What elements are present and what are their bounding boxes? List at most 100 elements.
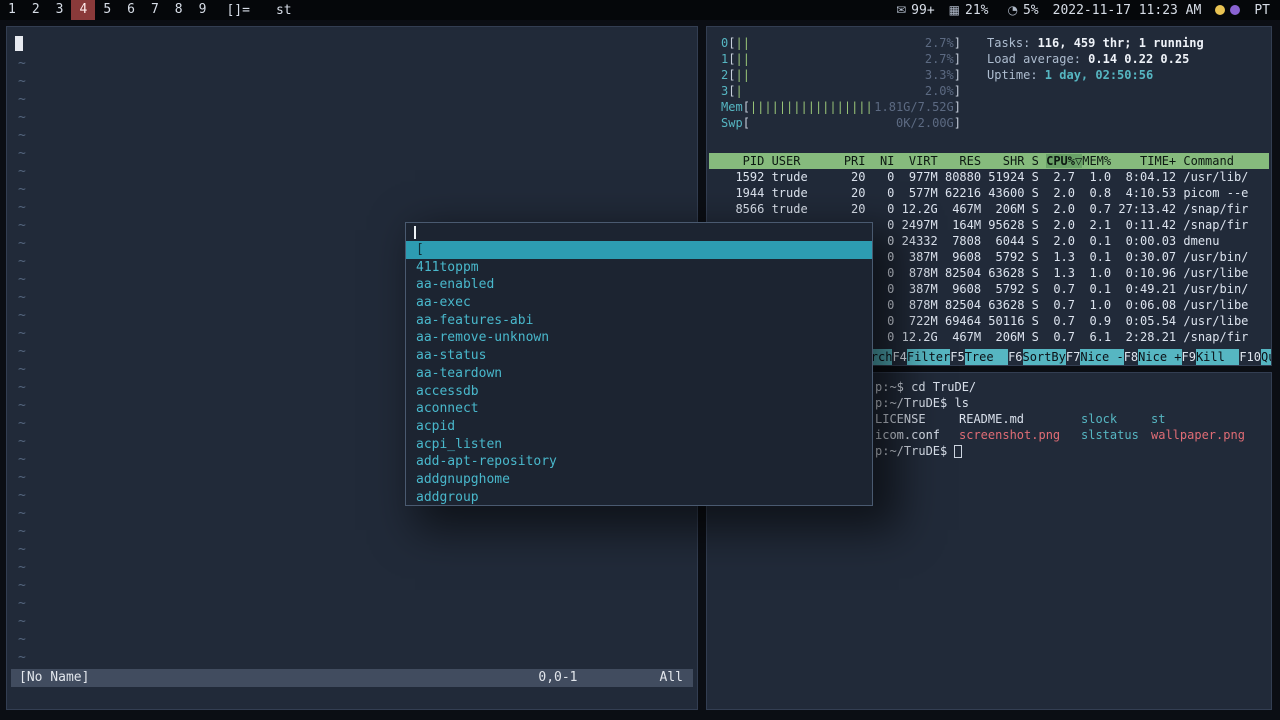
tag-2[interactable]: 2 (24, 0, 48, 20)
htop-meter-2: 2[|| 3.3%] (721, 68, 961, 82)
sort-column-cpu[interactable]: CPU%▽ (1046, 154, 1083, 168)
vim-empty-line-tilde: ~ (18, 146, 26, 161)
meter-value: 2.7% (924, 52, 954, 66)
vim-empty-line-tilde: ~ (18, 614, 26, 629)
fnkey-label-kill[interactable]: Kill (1195, 349, 1240, 365)
fnkey-f10[interactable]: F10 (1239, 349, 1261, 365)
vim-empty-line-tilde: ~ (18, 578, 26, 593)
meter-value: 0K/2.00G (895, 116, 954, 130)
text-caret (414, 226, 416, 239)
fnkey-label-nice-[interactable]: Nice - (1080, 349, 1124, 365)
process-row[interactable]: 1592 trude 20 0 977M 80880 51924 S 2.7 1… (721, 169, 1271, 185)
tag-9[interactable]: 9 (191, 0, 215, 20)
tag-5[interactable]: 5 (95, 0, 119, 20)
launcher-item[interactable]: aa-features-abi (406, 312, 872, 330)
meter-label: 2 (721, 68, 729, 82)
vim-empty-line-tilde: ~ (18, 200, 26, 215)
focused-window-title: st (275, 2, 292, 18)
tag-3[interactable]: 3 (48, 0, 72, 20)
cpu-percent: 5% (1022, 2, 1039, 18)
gauge-icon: ◔ (1007, 3, 1018, 17)
vim-statusline: [No Name] 0,0-1 All (11, 669, 693, 687)
ls-output-row: LICENSE README.md slock st (875, 411, 1271, 427)
memory-percent: 21% (965, 2, 989, 18)
meter-bars: || (735, 68, 750, 82)
launcher-input[interactable] (406, 223, 872, 241)
top-bar: 123456789 []= st ✉ 99+ ▦ 21% ◔ 5% 2022-1… (0, 0, 1280, 20)
tag-7[interactable]: 7 (143, 0, 167, 20)
launcher-item[interactable]: aa-remove-unknown (406, 329, 872, 347)
launcher-item[interactable]: aa-teardown (406, 365, 872, 383)
launcher-item[interactable]: acpi_listen (406, 436, 872, 454)
desktop: 123456789 []= st ✉ 99+ ▦ 21% ◔ 5% 2022-1… (0, 0, 1280, 720)
ls-output-row: icom.conf screenshot.png slstatus wallpaper… (875, 427, 1271, 443)
launcher-item[interactable]: addgnupghome (406, 471, 872, 489)
fnkey-f6[interactable]: F6 (1008, 349, 1022, 365)
launcher-item[interactable]: aa-exec (406, 294, 872, 312)
launcher-item[interactable]: add-apt-repository (406, 453, 872, 471)
keyboard-layout-text: PT (1254, 2, 1270, 18)
launcher-item[interactable]: acpid (406, 418, 872, 436)
fnkey-f4[interactable]: F4 (892, 349, 906, 365)
fnkey-label-tree[interactable]: Tree (964, 349, 1009, 365)
vim-empty-line-tilde: ~ (18, 650, 26, 665)
process-row[interactable]: 8566 trude 20 0 12.2G 467M 206M S 2.0 0.… (721, 201, 1271, 217)
ls-entry: LICENSE (875, 412, 926, 426)
fnkey-f5[interactable]: F5 (950, 349, 964, 365)
fnkey-label-filter[interactable]: Filter (906, 349, 951, 365)
fnkey-f7[interactable]: F7 (1066, 349, 1080, 365)
fnkey-f8[interactable]: F8 (1124, 349, 1138, 365)
htop-meter-swp: Swp[0K/2.00G] (721, 116, 961, 130)
launcher-item-selected[interactable]: [ (406, 241, 872, 259)
shell-command: ls (947, 396, 969, 410)
shell-command: cd TruDE/ (903, 380, 977, 394)
vim-empty-line-tilde: ~ (18, 74, 26, 89)
meter-value: 2.7% (924, 36, 954, 50)
vim-empty-line-tilde: ~ (18, 506, 26, 521)
meter-label: 3 (721, 84, 729, 98)
memory-icon: ▦ (948, 3, 960, 17)
mail-icon: ✉ (896, 3, 907, 17)
tag-6[interactable]: 6 (119, 0, 143, 20)
launcher-item[interactable]: 411toppm (406, 259, 872, 277)
htop-meters: 0[|| 2.7%] 1[|| 2.7%] 2[|| 3.3%] 3[| 2.0%] Mem[|… (721, 35, 1271, 131)
workspace-tags: 123456789 (0, 0, 214, 20)
htop-meter-1: 1[|| 2.7%] (721, 52, 961, 66)
ls-entry: slstatus (1081, 428, 1139, 442)
fnkey-f9[interactable]: F9 (1182, 349, 1196, 365)
process-row[interactable]: 1944 trude 20 0 577M 62216 43600 S 2.0 0… (721, 185, 1271, 201)
ls-entry: st (1151, 412, 1166, 426)
meter-bars: || (735, 36, 750, 50)
meter-label: Mem (721, 100, 743, 114)
vim-empty-line-tilde: ~ (18, 92, 26, 107)
vim-empty-line-tilde: ~ (18, 596, 26, 611)
launcher-item[interactable]: aa-status (406, 347, 872, 365)
status-mail: ✉ 99+ (896, 3, 935, 18)
meter-value: 2.0% (924, 84, 954, 98)
status-indicator-dot (1230, 5, 1241, 15)
htop-summary-line: Tasks: 116, 459 thr; 1 running (987, 36, 1204, 50)
shell-prompt: p:~/TruDE$ (875, 444, 955, 458)
fnkey-label-sortby[interactable]: SortBy (1022, 349, 1066, 365)
tag-8[interactable]: 8 (167, 0, 191, 20)
launcher-item[interactable]: aconnect (406, 400, 872, 418)
shell-prompt: p:~/TruDE$ (875, 396, 948, 410)
fnkey-label-nice-[interactable]: Nice + (1138, 349, 1182, 365)
fnkey-label-quit[interactable]: Quit (1261, 349, 1271, 365)
tag-1[interactable]: 1 (0, 0, 24, 20)
ls-entry: screenshot.png (959, 428, 1061, 442)
launcher-item[interactable]: addgroup (406, 489, 872, 505)
htop-meter-3: 3[| 2.0%] (721, 84, 961, 98)
launcher-item[interactable]: accessdb (406, 383, 872, 401)
layout-indicator[interactable]: []= (226, 3, 249, 18)
vim-empty-line-tilde: ~ (18, 542, 26, 557)
terminal-line: p:~$ cd TruDE/ (875, 379, 1271, 395)
mail-count: 99+ (911, 2, 935, 18)
status-modules: ✉ 99+ ▦ 21% ◔ 5% 2022-11-17 11:23 AM PT (896, 3, 1280, 18)
vim-scroll-indicator: All (659, 670, 683, 685)
tag-4[interactable]: 4 (71, 0, 96, 20)
status-keyboard-layout[interactable]: PT (1254, 3, 1270, 18)
process-table-header[interactable]: PID USER PRI NI VIRT RES SHR S CPU%▽MEM%… (709, 153, 1269, 169)
launcher-item[interactable]: aa-enabled (406, 276, 872, 294)
htop-meter-mem: Mem[||||||||||||||||| 1.81G/7.52G] (721, 100, 961, 114)
